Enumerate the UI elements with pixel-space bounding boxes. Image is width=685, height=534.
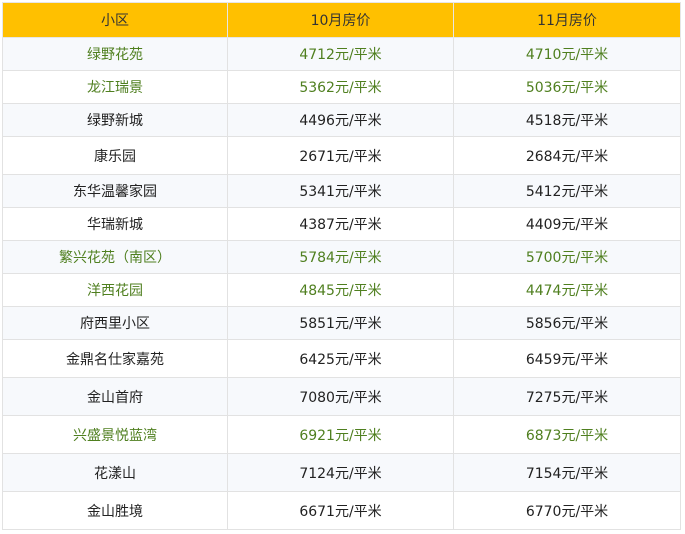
table-row: 兴盛景悦蓝湾 6921元/平米 6873元/平米 [2,415,681,454]
november-price-cell: 5412元/平米 [453,174,681,208]
community-name-cell: 绿野花苑 [2,37,228,71]
table-row: 龙江瑞景 5362元/平米 5036元/平米 [2,70,681,104]
october-price-cell: 2671元/平米 [227,136,454,175]
october-price-cell: 4387元/平米 [227,207,454,241]
community-name-cell: 金鼎名仕家嘉苑 [2,339,228,378]
november-price-cell: 4710元/平米 [453,37,681,71]
november-price-cell: 5856元/平米 [453,306,681,340]
november-price-cell: 6459元/平米 [453,339,681,378]
column-header-november-price: 11月房价 [453,2,681,38]
community-name-cell: 洋西花园 [2,273,228,307]
table-row: 华瑞新城 4387元/平米 4409元/平米 [2,207,681,241]
table-row: 东华温馨家园 5341元/平米 5412元/平米 [2,174,681,208]
october-price-cell: 5362元/平米 [227,70,454,104]
october-price-cell: 6671元/平米 [227,491,454,530]
price-table-container: 小区 10月房价 11月房价 绿野花苑 4712元/平米 4710元/平米 龙江瑞景 5… [2,2,681,530]
community-name-cell: 华瑞新城 [2,207,228,241]
column-header-october-price: 10月房价 [227,2,454,38]
community-name-cell: 东华温馨家园 [2,174,228,208]
community-name-cell: 康乐园 [2,136,228,175]
october-price-cell: 5341元/平米 [227,174,454,208]
november-price-cell: 4409元/平米 [453,207,681,241]
november-price-cell: 6770元/平米 [453,491,681,530]
october-price-cell: 6425元/平米 [227,339,454,378]
table-row: 府西里小区 5851元/平米 5856元/平米 [2,306,681,340]
november-price-cell: 4518元/平米 [453,103,681,137]
column-header-community: 小区 [2,2,228,38]
october-price-cell: 7080元/平米 [227,377,454,416]
november-price-cell: 5036元/平米 [453,70,681,104]
table-row: 绿野花苑 4712元/平米 4710元/平米 [2,37,681,71]
october-price-cell: 7124元/平米 [227,453,454,492]
community-name-cell: 金山胜境 [2,491,228,530]
community-name-cell: 繁兴花苑（南区） [2,240,228,274]
table-row: 金鼎名仕家嘉苑 6425元/平米 6459元/平米 [2,339,681,378]
table-row: 绿野新城 4496元/平米 4518元/平米 [2,103,681,137]
community-name-cell: 兴盛景悦蓝湾 [2,415,228,454]
housing-price-table: 小区 10月房价 11月房价 绿野花苑 4712元/平米 4710元/平米 龙江瑞景 5… [2,2,681,530]
table-header-row: 小区 10月房价 11月房价 [2,2,681,38]
october-price-cell: 5784元/平米 [227,240,454,274]
table-row: 花漾山 7124元/平米 7154元/平米 [2,453,681,492]
community-name-cell: 绿野新城 [2,103,228,137]
november-price-cell: 5700元/平米 [453,240,681,274]
community-name-cell: 龙江瑞景 [2,70,228,104]
table-row: 金山胜境 6671元/平米 6770元/平米 [2,491,681,530]
community-name-cell: 金山首府 [2,377,228,416]
november-price-cell: 7275元/平米 [453,377,681,416]
november-price-cell: 7154元/平米 [453,453,681,492]
community-name-cell: 府西里小区 [2,306,228,340]
table-row: 繁兴花苑（南区） 5784元/平米 5700元/平米 [2,240,681,274]
october-price-cell: 6921元/平米 [227,415,454,454]
november-price-cell: 2684元/平米 [453,136,681,175]
october-price-cell: 5851元/平米 [227,306,454,340]
october-price-cell: 4845元/平米 [227,273,454,307]
november-price-cell: 4474元/平米 [453,273,681,307]
october-price-cell: 4496元/平米 [227,103,454,137]
community-name-cell: 花漾山 [2,453,228,492]
november-price-cell: 6873元/平米 [453,415,681,454]
table-row: 金山首府 7080元/平米 7275元/平米 [2,377,681,416]
table-row: 康乐园 2671元/平米 2684元/平米 [2,136,681,175]
october-price-cell: 4712元/平米 [227,37,454,71]
table-body: 绿野花苑 4712元/平米 4710元/平米 龙江瑞景 5362元/平米 5036元/平米… [2,37,681,530]
table-row: 洋西花园 4845元/平米 4474元/平米 [2,273,681,307]
